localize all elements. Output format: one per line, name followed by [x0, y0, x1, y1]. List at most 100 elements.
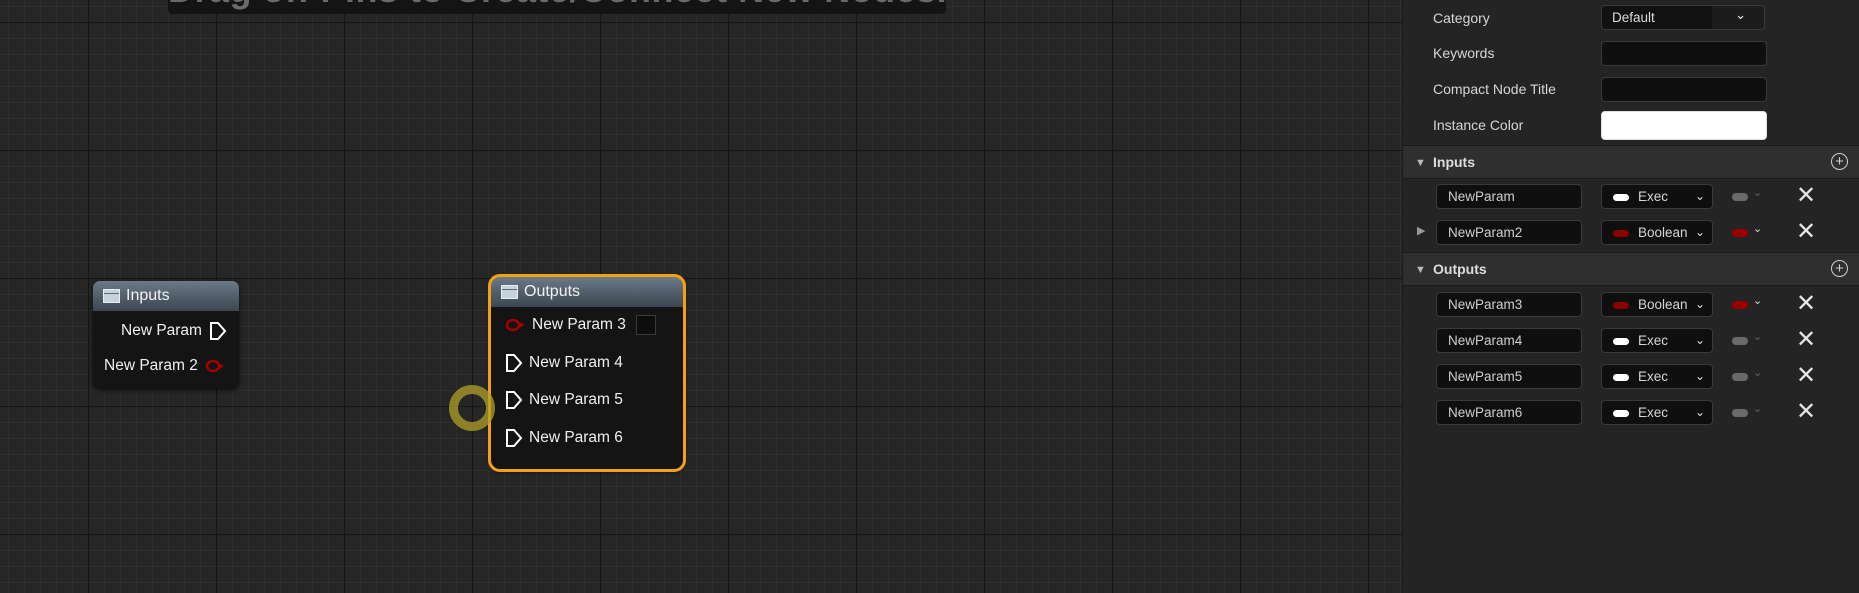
param-type-label: Exec	[1638, 405, 1669, 420]
outputs-node-pin-row[interactable]: New Param 3	[505, 315, 656, 335]
category-dropdown[interactable]: Default ⌄	[1601, 5, 1765, 30]
param-type-dropdown[interactable]: Exec ⌄	[1601, 400, 1713, 425]
inputs-section-title: Inputs	[1433, 154, 1475, 170]
compact-node-title-input[interactable]	[1601, 77, 1767, 102]
pin-label: New Param	[121, 322, 202, 339]
outputs-section-header[interactable]: ▼ Outputs +	[1403, 252, 1859, 286]
inputs-node-pin-row[interactable]: New Param 2	[104, 357, 226, 375]
container-type-icon[interactable]	[1732, 409, 1748, 417]
node-function-icon	[501, 285, 518, 299]
param-type-dropdown[interactable]: Boolean ⌄	[1601, 220, 1713, 245]
instance-color-row: Instance Color	[1403, 107, 1859, 143]
exec-type-icon	[1613, 410, 1629, 417]
inputs-node-pin-row[interactable]: New Param	[121, 321, 228, 341]
exec-type-icon	[1613, 338, 1629, 345]
outputs-node-title: Outputs	[524, 283, 581, 300]
remove-param-close-icon[interactable]: ✕	[1796, 362, 1816, 390]
inputs-node[interactable]: Inputs New Param New Param 2	[93, 281, 239, 388]
chevron-down-icon[interactable]: ⌄	[1753, 330, 1762, 343]
chevron-down-icon[interactable]: ⌄	[1753, 402, 1762, 415]
expand-triangle-icon[interactable]: ▶	[1417, 224, 1425, 237]
output-param-row: NewParam3 Boolean ⌄ ⌄ ✕	[1403, 287, 1859, 323]
param-type-label: Boolean	[1638, 297, 1688, 312]
keywords-row: Keywords	[1403, 35, 1859, 71]
param-name-field[interactable]: NewParam	[1436, 184, 1582, 209]
boolean-pin-icon[interactable]	[505, 317, 527, 333]
chevron-down-icon[interactable]: ⌄	[1753, 366, 1762, 379]
compact-node-title-label: Compact Node Title	[1433, 81, 1556, 97]
inputs-section-header[interactable]: ▼ Inputs +	[1403, 145, 1859, 179]
remove-param-close-icon[interactable]: ✕	[1796, 398, 1816, 426]
remove-param-close-icon[interactable]: ✕	[1796, 218, 1816, 246]
category-value: Default	[1602, 6, 1712, 29]
details-panel: Category Default ⌄ Keywords Compact Node…	[1402, 0, 1859, 593]
outputs-node-pin-row[interactable]: New Param 6	[505, 428, 623, 448]
outputs-node-pin-row[interactable]: New Param 5	[505, 390, 623, 410]
inputs-node-header[interactable]: Inputs	[93, 281, 239, 311]
boolean-pin-icon[interactable]	[204, 358, 226, 374]
keywords-label: Keywords	[1433, 45, 1495, 61]
boolean-type-icon	[1613, 302, 1629, 309]
exec-pin-icon[interactable]	[208, 321, 228, 341]
compact-node-title-row: Compact Node Title	[1403, 71, 1859, 107]
pin-label: New Param 6	[529, 429, 623, 446]
pin-label: New Param 2	[104, 357, 198, 374]
exec-pin-icon[interactable]	[505, 428, 523, 448]
input-param-row: NewParam Exec ⌄ ⌄ ✕	[1403, 179, 1859, 215]
container-type-icon[interactable]	[1732, 373, 1748, 381]
inputs-node-title: Inputs	[126, 287, 170, 304]
input-param-row: ▶ NewParam2 Boolean ⌄ ⌄ ✕	[1403, 215, 1859, 251]
container-type-icon[interactable]	[1732, 337, 1748, 345]
pin-label: New Param 3	[532, 316, 626, 333]
collapse-triangle-icon[interactable]: ▼	[1415, 264, 1426, 276]
chevron-down-icon: ⌄	[1694, 297, 1705, 311]
param-type-label: Exec	[1638, 333, 1669, 348]
chevron-down-icon[interactable]: ⌄	[1753, 294, 1762, 307]
container-type-icon[interactable]	[1732, 229, 1748, 237]
param-type-dropdown[interactable]: Exec ⌄	[1601, 364, 1713, 389]
remove-param-close-icon[interactable]: ✕	[1796, 290, 1816, 318]
param-type-dropdown[interactable]: Exec ⌄	[1601, 328, 1713, 353]
outputs-node-header[interactable]: Outputs	[491, 277, 683, 307]
param-name-field[interactable]: NewParam2	[1436, 220, 1582, 245]
remove-param-close-icon[interactable]: ✕	[1796, 182, 1816, 210]
chevron-down-icon[interactable]: ⌄	[1753, 222, 1762, 235]
chevron-down-icon: ⌄	[1694, 189, 1705, 203]
param-type-label: Exec	[1638, 189, 1669, 204]
chevron-down-icon: ⌄	[1694, 333, 1705, 347]
category-row: Category Default ⌄	[1403, 0, 1859, 36]
outputs-node-pin-row[interactable]: New Param 4	[505, 353, 623, 373]
chevron-down-icon: ⌄	[1735, 7, 1746, 22]
node-function-icon	[103, 289, 120, 303]
chevron-down-icon: ⌄	[1694, 369, 1705, 383]
output-param-row: NewParam5 Exec ⌄ ⌄ ✕	[1403, 359, 1859, 395]
param-name-field[interactable]: NewParam5	[1436, 364, 1582, 389]
graph-canvas[interactable]: Drag off Pins to Create/Connect New Node…	[0, 0, 1402, 593]
param-type-label: Exec	[1638, 369, 1669, 384]
exec-pin-icon[interactable]	[505, 390, 523, 410]
param-type-dropdown[interactable]: Boolean ⌄	[1601, 292, 1713, 317]
collapse-triangle-icon[interactable]: ▼	[1415, 157, 1426, 169]
container-type-icon[interactable]	[1732, 301, 1748, 309]
container-type-icon[interactable]	[1732, 193, 1748, 201]
outputs-node[interactable]: Outputs New Param 3 New Param 4 New Para…	[488, 274, 686, 472]
graph-hint-banner: Drag off Pins to Create/Connect New Node…	[168, 0, 946, 14]
chevron-down-icon[interactable]: ⌄	[1753, 186, 1762, 199]
instance-color-swatch[interactable]	[1601, 111, 1767, 140]
param-name-field[interactable]: NewParam4	[1436, 328, 1582, 353]
exec-pin-icon[interactable]	[505, 353, 523, 373]
output-param-row: NewParam4 Exec ⌄ ⌄ ✕	[1403, 323, 1859, 359]
pin-label: New Param 5	[529, 391, 623, 408]
boolean-default-checkbox[interactable]	[635, 315, 656, 335]
param-type-dropdown[interactable]: Exec ⌄	[1601, 184, 1713, 209]
chevron-down-icon: ⌄	[1694, 405, 1705, 419]
remove-param-close-icon[interactable]: ✕	[1796, 326, 1816, 354]
param-name-field[interactable]: NewParam6	[1436, 400, 1582, 425]
param-name-field[interactable]: NewParam3	[1436, 292, 1582, 317]
category-label: Category	[1433, 10, 1490, 26]
output-param-row: NewParam6 Exec ⌄ ⌄ ✕	[1403, 395, 1859, 431]
keywords-input[interactable]	[1601, 41, 1767, 66]
add-input-button[interactable]: +	[1831, 153, 1848, 170]
exec-type-icon	[1613, 374, 1629, 381]
add-output-button[interactable]: +	[1831, 260, 1848, 277]
